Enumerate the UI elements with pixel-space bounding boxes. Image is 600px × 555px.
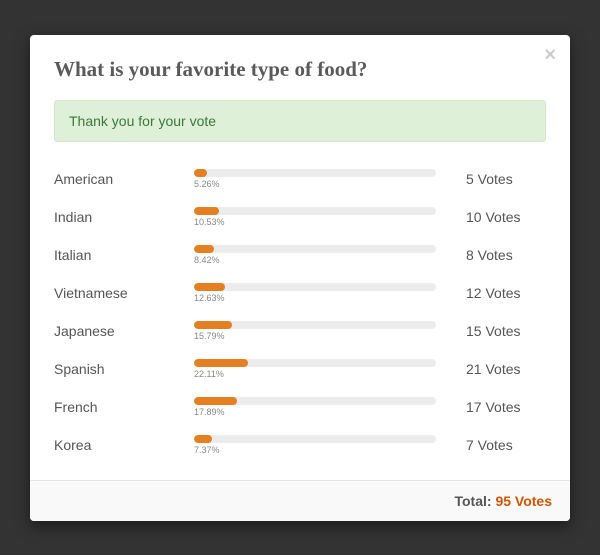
- percent-text: 8.42%: [194, 255, 436, 265]
- result-row: Indian10.53% 10 Votes: [54, 198, 546, 236]
- percent-text: 10.53%: [194, 217, 436, 227]
- bar-fill: [194, 169, 207, 177]
- result-row: Vietnamese12.63% 12 Votes: [54, 274, 546, 312]
- option-label: French: [54, 399, 194, 415]
- votes-text: 7 Votes: [466, 437, 546, 453]
- bar-fill: [194, 359, 248, 367]
- votes-text: 17 Votes: [466, 399, 546, 415]
- bar-track: [194, 169, 436, 177]
- votes-text: 12 Votes: [466, 285, 546, 301]
- bar-track: [194, 359, 436, 367]
- bar-fill: [194, 245, 214, 253]
- modal-body: What is your favorite type of food? Than…: [30, 35, 570, 480]
- votes-text: 21 Votes: [466, 361, 546, 377]
- percent-text: 7.37%: [194, 445, 436, 455]
- result-row: Korea7.37% 7 Votes: [54, 426, 546, 464]
- bar-track: [194, 397, 436, 405]
- option-label: Italian: [54, 247, 194, 263]
- result-row: Italian8.42% 8 Votes: [54, 236, 546, 274]
- option-label: Vietnamese: [54, 285, 194, 301]
- bar-column: 12.63%: [194, 283, 466, 303]
- result-row: Spanish22.11% 21 Votes: [54, 350, 546, 388]
- bar-column: 22.11%: [194, 359, 466, 379]
- bar-fill: [194, 435, 212, 443]
- votes-text: 8 Votes: [466, 247, 546, 263]
- total-value: 95 Votes: [495, 493, 552, 509]
- option-label: Spanish: [54, 361, 194, 377]
- modal-footer: Total: 95 Votes: [30, 480, 570, 521]
- bar-column: 15.79%: [194, 321, 466, 341]
- success-alert: Thank you for your vote: [54, 100, 546, 142]
- votes-text: 15 Votes: [466, 323, 546, 339]
- bar-track: [194, 321, 436, 329]
- bar-column: 5.26%: [194, 169, 466, 189]
- poll-results-modal: × What is your favorite type of food? Th…: [30, 35, 570, 521]
- result-row: French17.89% 17 Votes: [54, 388, 546, 426]
- percent-text: 22.11%: [194, 369, 436, 379]
- bar-track: [194, 435, 436, 443]
- bar-column: 7.37%: [194, 435, 466, 455]
- bar-fill: [194, 321, 232, 329]
- bar-column: 10.53%: [194, 207, 466, 227]
- total-label: Total:: [454, 493, 495, 509]
- bar-track: [194, 245, 436, 253]
- bar-fill: [194, 207, 219, 215]
- close-icon[interactable]: ×: [544, 45, 556, 65]
- percent-text: 5.26%: [194, 179, 436, 189]
- bar-track: [194, 207, 436, 215]
- bar-fill: [194, 397, 237, 405]
- votes-text: 10 Votes: [466, 209, 546, 225]
- bar-column: 17.89%: [194, 397, 466, 417]
- percent-text: 17.89%: [194, 407, 436, 417]
- result-row: Japanese15.79% 15 Votes: [54, 312, 546, 350]
- bar-track: [194, 283, 436, 291]
- option-label: Korea: [54, 437, 194, 453]
- poll-title: What is your favorite type of food?: [54, 57, 546, 82]
- option-label: Indian: [54, 209, 194, 225]
- percent-text: 15.79%: [194, 331, 436, 341]
- result-row: American5.26% 5 Votes: [54, 160, 546, 198]
- option-label: American: [54, 171, 194, 187]
- option-label: Japanese: [54, 323, 194, 339]
- bar-fill: [194, 283, 225, 291]
- results-list: American5.26% 5 Votes Indian10.53% 10 Votes…: [54, 160, 546, 464]
- bar-column: 8.42%: [194, 245, 466, 265]
- percent-text: 12.63%: [194, 293, 436, 303]
- votes-text: 5 Votes: [466, 171, 546, 187]
